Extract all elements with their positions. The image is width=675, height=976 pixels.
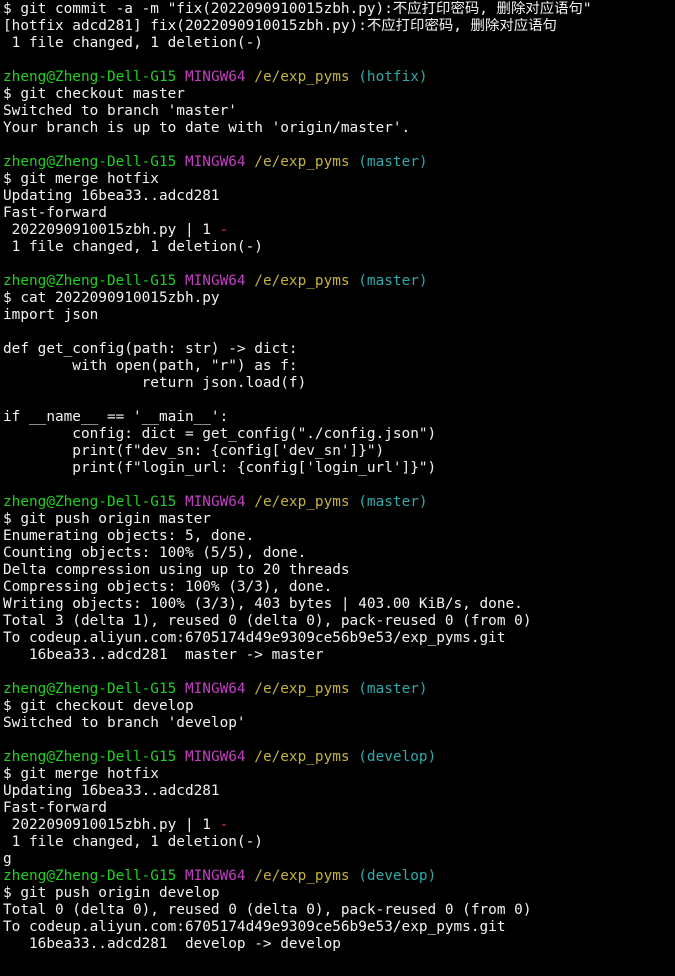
prompt-line: zheng@Zheng-Dell-G15 MINGW64 /e/exp_pyms… bbox=[3, 681, 675, 698]
prompt-user: zheng@Zheng-Dell-G15 bbox=[3, 154, 177, 170]
prompt-path: /e/exp_pyms bbox=[254, 494, 350, 510]
terminal-window[interactable]: $ git commit -a -m "fix(2022090910015zbh… bbox=[0, 0, 675, 976]
diffstat-deletion-marker: - bbox=[219, 222, 229, 238]
diffstat-deletion-marker: - bbox=[219, 817, 229, 833]
output-line: Updating 16bea33..adcd281 bbox=[3, 783, 220, 799]
prompt-line: zheng@Zheng-Dell-G15 MINGW64 /e/exp_pyms… bbox=[3, 69, 675, 86]
prompt-branch: (master) bbox=[358, 273, 428, 289]
output-line: Switched to branch 'master' bbox=[3, 103, 237, 119]
output-line: $ git push origin develop bbox=[3, 885, 220, 901]
output-line: print(f"dev_sn: {config['dev_sn']}") bbox=[3, 443, 385, 459]
output-line: with open(path, "r") as f: bbox=[3, 358, 298, 374]
prompt-branch: (master) bbox=[358, 494, 428, 510]
prompt-user: zheng@Zheng-Dell-G15 bbox=[3, 749, 177, 765]
prompt-user: zheng@Zheng-Dell-G15 bbox=[3, 681, 177, 697]
output-line: Total 3 (delta 1), reused 0 (delta 0), p… bbox=[3, 613, 532, 629]
output-line: 16bea33..adcd281 master -> master bbox=[3, 647, 324, 663]
prompt-branch: (master) bbox=[358, 681, 428, 697]
output-line: 1 file changed, 1 deletion(-) bbox=[3, 239, 263, 255]
prompt-system: MINGW64 bbox=[184, 69, 246, 85]
prompt-system: MINGW64 bbox=[184, 868, 246, 884]
output-line: if __name__ == '__main__': bbox=[3, 409, 229, 425]
output-line: Fast-forward bbox=[3, 800, 107, 816]
output-line: import json bbox=[3, 307, 99, 323]
output-line: To codeup.aliyun.com:6705174d49e9309ce56… bbox=[3, 919, 506, 935]
output-line: Compressing objects: 100% (3/3), done. bbox=[3, 579, 333, 595]
output-line: def get_config(path: str) -> dict: bbox=[3, 341, 298, 357]
prompt-path: /e/exp_pyms bbox=[254, 273, 350, 289]
diffstat-text: 2022090910015zbh.py | 1 bbox=[3, 222, 220, 238]
output-line: config: dict = get_config("./config.json… bbox=[3, 426, 437, 442]
prompt-system: MINGW64 bbox=[184, 154, 246, 170]
prompt-branch: (hotfix) bbox=[358, 69, 428, 85]
output-line: Writing objects: 100% (3/3), 403 bytes |… bbox=[3, 596, 523, 612]
output-line: 16bea33..adcd281 develop -> develop bbox=[3, 936, 341, 952]
prompt-user: zheng@Zheng-Dell-G15 bbox=[3, 273, 177, 289]
output-line: [hotfix adcd281] fix(2022090910015zbh.py… bbox=[3, 18, 557, 34]
output-line: Switched to branch 'develop' bbox=[3, 715, 246, 731]
output-line: print(f"login_url: {config['login_url']}… bbox=[3, 460, 437, 476]
output-line: To codeup.aliyun.com:6705174d49e9309ce56… bbox=[3, 630, 506, 646]
output-line: 1 file changed, 1 deletion(-) bbox=[3, 834, 263, 850]
output-line: Total 0 (delta 0), reused 0 (delta 0), p… bbox=[3, 902, 532, 918]
output-line: Fast-forward bbox=[3, 205, 107, 221]
prompt-path: /e/exp_pyms bbox=[254, 681, 350, 697]
prompt-system: MINGW64 bbox=[184, 273, 246, 289]
diffstat-line: 2022090910015zbh.py | 1 - bbox=[3, 817, 675, 834]
prompt-path: /e/exp_pyms bbox=[254, 749, 350, 765]
output-line: Enumerating objects: 5, done. bbox=[3, 528, 255, 544]
output-line: $ git push origin master bbox=[3, 511, 211, 527]
output-line: $ git checkout develop bbox=[3, 698, 194, 714]
prompt-user: zheng@Zheng-Dell-G15 bbox=[3, 494, 177, 510]
prompt-branch: (develop) bbox=[358, 868, 437, 884]
prompt-system: MINGW64 bbox=[184, 681, 246, 697]
output-line: Delta compression using up to 20 threads bbox=[3, 562, 350, 578]
prompt-path: /e/exp_pyms bbox=[254, 868, 350, 884]
prompt-user: zheng@Zheng-Dell-G15 bbox=[3, 868, 177, 884]
output-line: return json.load(f) bbox=[3, 375, 307, 391]
prompt-line: zheng@Zheng-Dell-G15 MINGW64 /e/exp_pyms… bbox=[3, 154, 675, 171]
prompt-user: zheng@Zheng-Dell-G15 bbox=[3, 69, 177, 85]
output-line: $ cat 2022090910015zbh.py bbox=[3, 290, 220, 306]
prompt-system: MINGW64 bbox=[184, 749, 246, 765]
prompt-branch: (master) bbox=[358, 154, 428, 170]
prompt-line: zheng@Zheng-Dell-G15 MINGW64 /e/exp_pyms… bbox=[3, 273, 675, 290]
output-line: Your branch is up to date with 'origin/m… bbox=[3, 120, 411, 136]
output-line: $ git checkout master bbox=[3, 86, 185, 102]
diffstat-text: 2022090910015zbh.py | 1 bbox=[3, 817, 220, 833]
output-line: $ git merge hotfix bbox=[3, 171, 159, 187]
output-line: Counting objects: 100% (5/5), done. bbox=[3, 545, 307, 561]
output-line: 1 file changed, 1 deletion(-) bbox=[3, 35, 263, 51]
diffstat-line: 2022090910015zbh.py | 1 - bbox=[3, 222, 675, 239]
prompt-line: zheng@Zheng-Dell-G15 MINGW64 /e/exp_pyms… bbox=[3, 494, 675, 511]
prompt-path: /e/exp_pyms bbox=[254, 69, 350, 85]
prompt-line: zheng@Zheng-Dell-G15 MINGW64 /e/exp_pyms… bbox=[3, 868, 675, 885]
prompt-system: MINGW64 bbox=[184, 494, 246, 510]
prompt-branch: (develop) bbox=[358, 749, 437, 765]
output-line: $ git merge hotfix bbox=[3, 766, 159, 782]
output-line: Updating 16bea33..adcd281 bbox=[3, 188, 220, 204]
prompt-path: /e/exp_pyms bbox=[254, 154, 350, 170]
output-line: g bbox=[3, 851, 12, 867]
prompt-line: zheng@Zheng-Dell-G15 MINGW64 /e/exp_pyms… bbox=[3, 749, 675, 766]
output-line: $ git commit -a -m "fix(2022090910015zbh… bbox=[3, 1, 592, 17]
